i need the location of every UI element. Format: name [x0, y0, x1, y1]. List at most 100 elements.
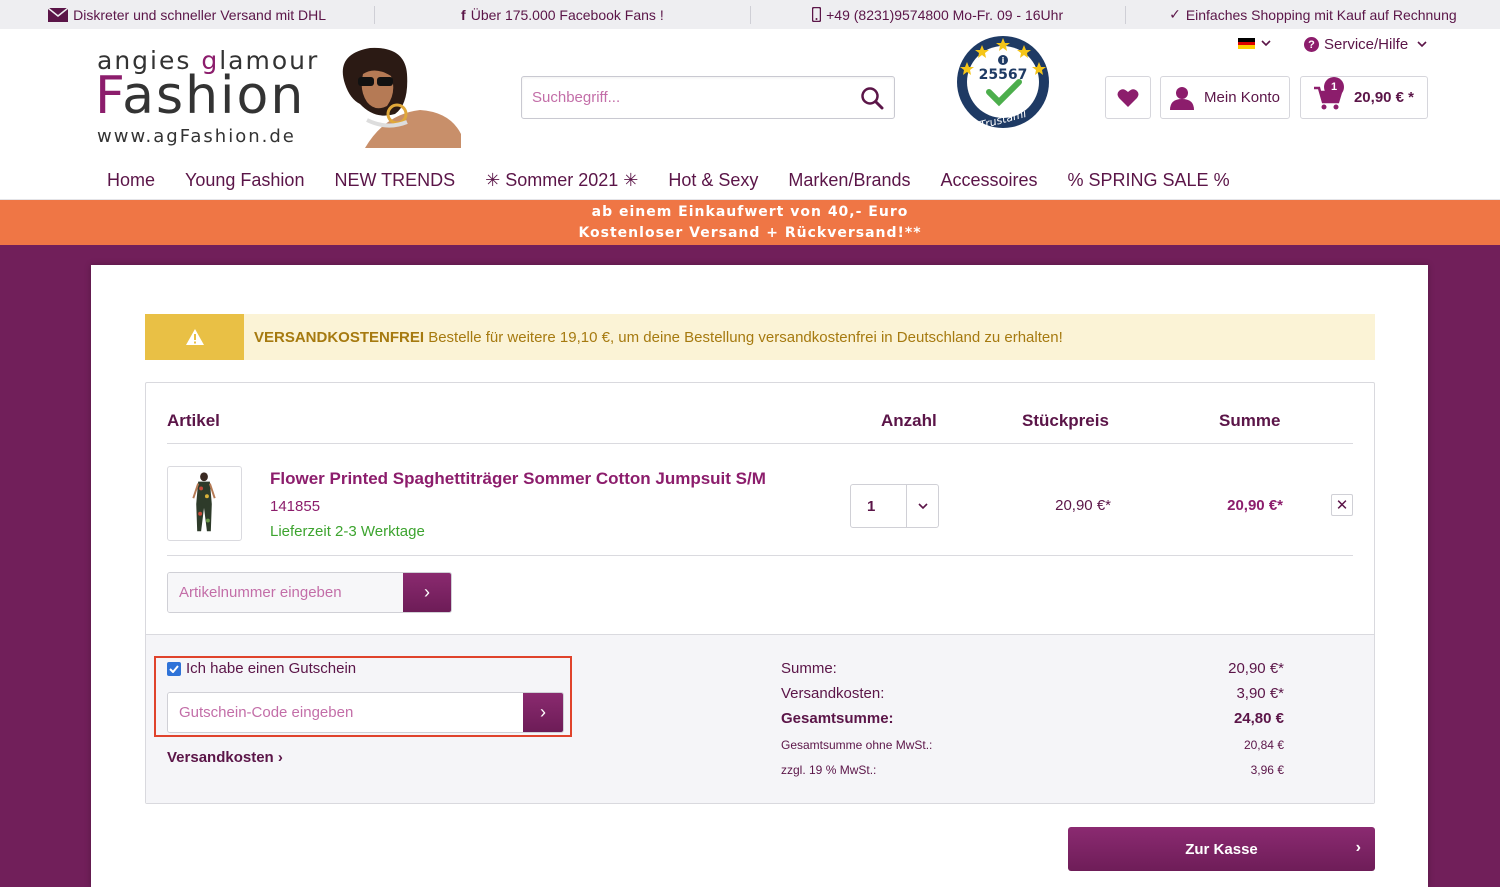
search-button[interactable]	[850, 77, 894, 118]
summary-value: 3,90 €*	[1236, 685, 1284, 702]
summary-label: zzgl. 19 % MwSt.:	[781, 763, 877, 777]
topbar-phone-text: +49 (8231)9574800 Mo-Fr. 09 - 16Uhr	[826, 6, 1064, 23]
voucher-code-input[interactable]	[168, 693, 523, 732]
checkout-button[interactable]: Zur Kasse ›	[1068, 827, 1375, 871]
warning-icon	[145, 314, 244, 360]
checkout-label: Zur Kasse	[1185, 840, 1258, 858]
chevron-right-icon: ›	[424, 582, 430, 602]
nav-item-brands[interactable]: Marken/Brands	[788, 170, 910, 191]
svg-text:i: i	[1002, 56, 1005, 65]
logo-url: www.agFashion.de	[97, 126, 296, 147]
topbar-phone: +49 (8231)9574800 Mo-Fr. 09 - 16Uhr	[751, 6, 1125, 24]
site-logo[interactable]: angies glamour Fashion www.agFashion.de	[95, 44, 465, 150]
summary-label: Gesamtsumme:	[781, 710, 894, 727]
quantity-value: 1	[867, 497, 876, 515]
topbar-shipping: Diskreter und schneller Versand mit DHL	[0, 6, 374, 24]
shipping-costs-link[interactable]: Versandkosten ›	[167, 749, 283, 766]
account-button[interactable]: Mein Konto	[1160, 76, 1290, 119]
logo-model-photo	[325, 44, 461, 148]
topbar-facebook[interactable]: f Über 175.000 Facebook Fans !	[375, 6, 749, 24]
product-name-link[interactable]: Flower Printed Spaghettiträger Sommer Co…	[270, 469, 766, 489]
nav-item-new-trends[interactable]: NEW TRENDS	[334, 170, 455, 191]
search-input[interactable]	[522, 77, 850, 118]
alert-body: Bestelle für weitere 19,10 €, um deine B…	[424, 328, 1063, 346]
promo-line-1: ab einem Einkaufwert von 40,- Euro	[591, 204, 909, 220]
checkmark-icon: ✓	[1169, 6, 1181, 22]
summary-grand-total: Gesamtsumme: 24,80 €	[781, 710, 1284, 727]
product-image[interactable]	[167, 466, 242, 541]
nav-item-home[interactable]: Home	[107, 170, 155, 191]
search-icon	[861, 86, 884, 109]
unit-price: 20,90 €*	[1055, 497, 1111, 514]
topbar-invoice: ✓ Einfaches Shopping mit Kauf auf Rechnu…	[1126, 6, 1500, 24]
voucher-checkbox-row[interactable]: Ich habe einen Gutschein	[167, 660, 356, 677]
logo-text: F	[95, 66, 123, 126]
nav-item-spring-sale[interactable]: % SPRING SALE %	[1068, 170, 1230, 191]
summary-label: Versandkosten:	[781, 685, 885, 702]
cart-count-badge: 1	[1324, 77, 1344, 97]
close-icon: ✕	[1335, 497, 1349, 514]
add-by-sku-form: ›	[167, 572, 452, 613]
sku-input[interactable]	[168, 573, 403, 612]
quantity-dropdown-toggle[interactable]	[906, 485, 938, 527]
chevron-down-icon	[917, 502, 928, 509]
promo-line-2: Kostenloser Versand + Rückversand!**	[578, 225, 922, 241]
divider	[167, 443, 1353, 444]
chevron-right-icon: ›	[540, 702, 546, 722]
column-header-unit-price: Stückpreis	[1022, 411, 1109, 430]
alert-title: VERSANDKOSTENFREI	[254, 328, 425, 346]
account-label: Mein Konto	[1204, 89, 1280, 106]
phone-icon	[812, 7, 822, 22]
add-sku-button[interactable]: ›	[403, 573, 451, 612]
nav-item-young-fashion[interactable]: Young Fashion	[185, 170, 304, 191]
voucher-checkbox-label: Ich habe einen Gutschein	[186, 660, 357, 677]
wishlist-button[interactable]	[1105, 76, 1151, 119]
chevron-down-icon	[1417, 41, 1427, 48]
chevron-right-icon: ›	[1355, 839, 1361, 856]
envelope-icon	[48, 7, 69, 22]
summary-label: Summe:	[781, 660, 837, 677]
trustami-badge[interactable]: i 25567 Trustami	[955, 34, 1051, 130]
service-menu[interactable]: ? Service/Hilfe	[1304, 36, 1427, 53]
delivery-time: Lieferzeit 2-3 Werktage	[270, 523, 425, 540]
cart-button[interactable]: 1 20,90 € *	[1300, 76, 1428, 119]
facebook-icon: f	[461, 6, 466, 23]
cart-total: 20,90 € *	[1353, 89, 1415, 106]
service-label: Service/Hilfe	[1324, 36, 1409, 53]
logo-text: ashion	[122, 66, 306, 126]
column-header-sum: Summe	[1219, 411, 1281, 430]
summary-label: Gesamtsumme ohne MwSt.:	[781, 738, 933, 752]
column-header-qty: Anzahl	[881, 411, 937, 430]
summary-value: 24,80 €	[1233, 710, 1284, 727]
summary-shipping: Versandkosten: 3,90 €*	[781, 685, 1284, 702]
shipping-costs-label: Versandkosten	[167, 749, 274, 766]
summary-subtotal: Summe: 20,90 €*	[781, 660, 1284, 677]
search-box	[521, 76, 895, 119]
column-header-article: Artikel	[167, 411, 220, 430]
german-flag-icon	[1238, 38, 1255, 50]
alert-message: VERSANDKOSTENFREI Bestelle für weitere 1…	[244, 329, 1063, 346]
summary-value: 20,90 €*	[1228, 660, 1284, 677]
nav-item-hot-sexy[interactable]: Hot & Sexy	[668, 170, 758, 191]
chevron-right-icon: ›	[277, 749, 283, 766]
checkmark-icon	[169, 664, 179, 673]
chevron-down-icon	[1261, 40, 1271, 47]
voucher-form: ›	[167, 692, 564, 733]
summary-value: 20,84 €	[1243, 738, 1284, 752]
divider	[167, 555, 1353, 556]
nav-item-accessoires[interactable]: Accessoires	[940, 170, 1037, 191]
remove-item-button[interactable]: ✕	[1331, 494, 1353, 516]
summary-net-total: Gesamtsumme ohne MwSt.: 20,84 €	[781, 738, 1284, 752]
voucher-checkbox[interactable]	[167, 661, 181, 676]
apply-voucher-button[interactable]: ›	[523, 693, 563, 732]
summary-value: 3,96 €	[1250, 763, 1284, 777]
heart-icon	[1117, 88, 1139, 107]
nav-item-sommer-2021[interactable]: ✳ Sommer 2021 ✳	[485, 170, 638, 191]
free-shipping-alert: VERSANDKOSTENFREI Bestelle für weitere 1…	[145, 314, 1375, 360]
language-selector[interactable]	[1238, 38, 1271, 50]
logo-line-2: Fashion	[95, 70, 305, 122]
top-info-bar: Diskreter und schneller Versand mit DHL …	[0, 0, 1500, 29]
promo-banner: ab einem Einkaufwert von 40,- Euro Koste…	[0, 200, 1500, 245]
topbar-facebook-text: Über 175.000 Facebook Fans !	[470, 6, 664, 23]
quantity-select[interactable]: 1	[850, 484, 939, 528]
